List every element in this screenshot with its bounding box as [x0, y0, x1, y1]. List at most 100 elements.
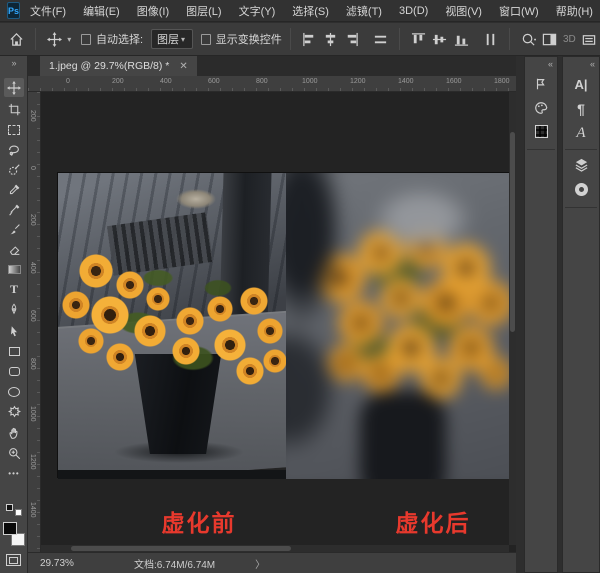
chevron-down-icon[interactable]: ▾	[67, 35, 71, 44]
document-tab[interactable]: 1.jpeg @ 29.7%(RGB/8) * ✕	[40, 56, 197, 76]
lasso-tool[interactable]	[4, 140, 24, 159]
divider	[565, 207, 597, 208]
horizontal-scrollbar[interactable]	[41, 545, 509, 552]
chevron-down-icon: ▾	[181, 34, 186, 44]
show-transform-checkbox[interactable]	[201, 33, 211, 45]
rounded-rectangle-tool[interactable]	[4, 362, 24, 381]
ruler-label: 800	[29, 358, 36, 370]
panel-column-1: «	[524, 56, 558, 573]
edit-toolbar-ellipsis[interactable]: •••	[4, 464, 24, 483]
document-image[interactable]	[57, 172, 513, 479]
ruler-label: 400	[160, 78, 172, 85]
brush-tool[interactable]	[4, 220, 24, 239]
vertical-ruler: 200 0 200 400 600 800 1000 1200 1400	[28, 92, 41, 552]
canvas-area[interactable]: 虚化前 虚化后	[41, 92, 516, 552]
menu-select[interactable]: 选择(S)	[292, 3, 329, 19]
auto-select-checkbox[interactable]	[81, 33, 91, 45]
auto-select-dropdown[interactable]: 图层 ▾	[151, 29, 194, 49]
libraries-panel-icon[interactable]	[563, 183, 599, 196]
vertical-scrollbar[interactable]	[509, 92, 516, 545]
layers-panel-icon[interactable]	[563, 157, 599, 172]
menu-view[interactable]: 视图(V)	[445, 3, 482, 19]
menu-3d[interactable]: 3D(D)	[399, 5, 428, 17]
ruler-label: 1000	[302, 78, 318, 85]
type-tool[interactable]: T	[4, 280, 24, 299]
ruler-label: 1600	[446, 78, 462, 85]
menu-filter[interactable]: 滤镜(T)	[346, 3, 382, 19]
ruler-label: 1200	[29, 454, 36, 470]
photo-before-blur	[58, 173, 286, 479]
foreground-background-swatches[interactable]	[3, 522, 25, 546]
horizontal-ruler: 0 200 400 600 800 1000 1200 1400 1600 18…	[28, 76, 520, 92]
align-horizontal-centers-icon[interactable]	[322, 29, 339, 49]
spot-healing-tool[interactable]	[4, 200, 24, 219]
eyedropper-tool[interactable]	[4, 180, 24, 199]
distribute-horizontal-icon[interactable]	[372, 29, 389, 49]
panel-collapse-chevrons[interactable]: «	[548, 59, 553, 69]
menu-file[interactable]: 文件(F)	[30, 3, 66, 19]
status-chevron-icon[interactable]: 〉	[255, 556, 265, 571]
crop-tool[interactable]	[4, 100, 24, 119]
caption-after-blur: 虚化后	[395, 510, 471, 536]
pen-tool[interactable]	[4, 300, 24, 319]
arrange-icon[interactable]	[581, 29, 598, 49]
screen-mode-icon[interactable]	[6, 554, 21, 566]
gradient-tool[interactable]	[4, 260, 24, 279]
home-icon[interactable]	[8, 29, 25, 49]
workspace-toggle-icon[interactable]	[541, 29, 558, 49]
ruler-label: 200	[29, 110, 36, 122]
menu-type[interactable]: 文字(Y)	[239, 3, 276, 19]
character-panel-icon[interactable]: A|	[563, 77, 599, 92]
distribute-vertical-icon[interactable]	[482, 29, 499, 49]
move-tool[interactable]	[4, 78, 24, 97]
align-vertical-centers-icon[interactable]	[431, 29, 448, 49]
glyphs-panel-icon[interactable]: A	[563, 125, 599, 142]
sunflower-bouquet	[58, 173, 286, 479]
menu-image[interactable]: 图像(I)	[137, 3, 169, 19]
menu-help[interactable]: 帮助(H)	[556, 3, 593, 19]
panel-collapse-chevrons[interactable]: «	[590, 59, 595, 69]
tab-close-icon[interactable]: ✕	[179, 61, 187, 72]
ruler-label: 200	[29, 214, 36, 226]
zoom-tool[interactable]	[4, 444, 24, 463]
hand-tool[interactable]	[4, 424, 24, 443]
move-tool-icon[interactable]	[46, 29, 63, 49]
zoom-search-icon[interactable]	[520, 29, 537, 49]
menu-edit[interactable]: 编辑(E)	[83, 3, 120, 19]
auto-select-label: 自动选择:	[95, 34, 144, 46]
custom-shape-tool[interactable]	[4, 402, 24, 421]
menu-layer[interactable]: 图层(L)	[186, 3, 221, 19]
eraser-tool[interactable]	[4, 240, 24, 259]
color-panel-icon[interactable]	[525, 101, 557, 115]
align-left-edges-icon[interactable]	[301, 29, 318, 49]
ruler-label: 1800	[494, 78, 510, 85]
ruler-label: 600	[29, 310, 36, 322]
photoshop-window: Ps 文件(F) 编辑(E) 图像(I) 图层(L) 文字(Y) 选择(S) 滤…	[0, 0, 600, 573]
menu-window[interactable]: 窗口(W)	[499, 3, 539, 19]
ruler-label: 1200	[350, 78, 366, 85]
zoom-level-field[interactable]: 29.73%	[40, 558, 92, 569]
ruler-label: 600	[208, 78, 220, 85]
quick-selection-tool[interactable]	[4, 160, 24, 179]
ruler-label: 800	[256, 78, 268, 85]
foreground-color-swatch[interactable]	[3, 522, 17, 535]
align-bottom-edges-icon[interactable]	[453, 29, 470, 49]
photo-after-blur	[286, 173, 513, 479]
toolbar-collapse-chevrons[interactable]: »	[0, 58, 28, 68]
align-top-edges-icon[interactable]	[410, 29, 427, 49]
ruler-label: 1400	[29, 502, 36, 518]
rectangular-marquee-tool[interactable]	[4, 120, 24, 139]
swatches-panel-icon[interactable]	[525, 125, 557, 138]
divider	[508, 28, 510, 50]
paragraph-panel-icon[interactable]: ¶	[563, 101, 599, 117]
ellipse-tool[interactable]	[4, 382, 24, 401]
rectangle-tool[interactable]	[4, 342, 24, 361]
divider	[565, 149, 597, 150]
divider	[527, 149, 555, 150]
panel-dock: « « A| ¶ A	[516, 56, 600, 573]
swap-colors-icon[interactable]	[6, 504, 22, 516]
brush-settings-icon[interactable]	[525, 77, 557, 91]
align-right-edges-icon[interactable]	[343, 29, 360, 49]
tools-panel: » T •••	[0, 56, 28, 573]
path-selection-tool[interactable]	[4, 322, 24, 341]
